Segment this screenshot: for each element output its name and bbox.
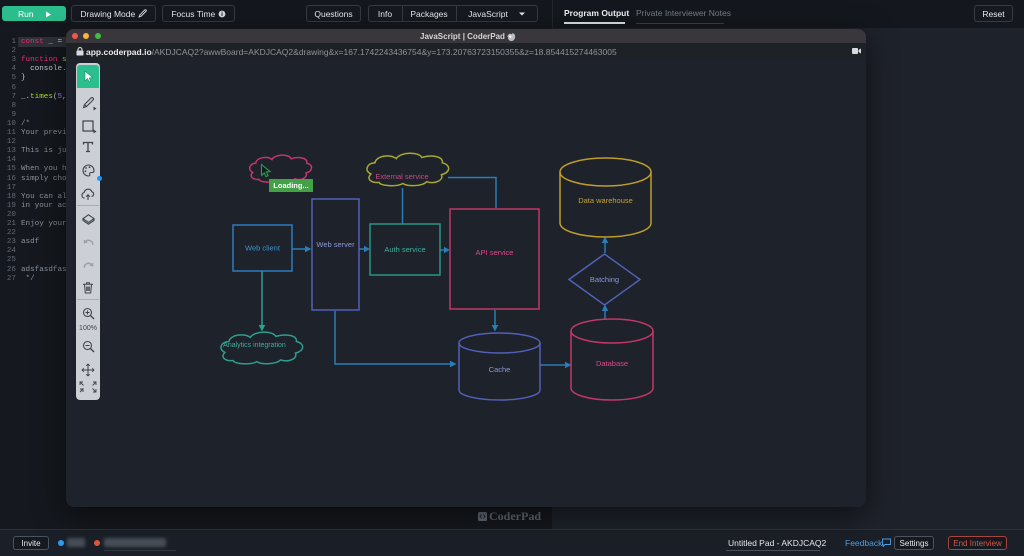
svg-text:Batching: Batching [590, 275, 619, 284]
svg-text:Analytics integration: Analytics integration [223, 342, 286, 349]
svg-text:External service: External service [375, 172, 428, 181]
svg-text:Auth service: Auth service [384, 245, 425, 254]
svg-text:Web client: Web client [245, 244, 281, 253]
svg-text:Web server: Web server [316, 240, 355, 249]
svg-text:API service: API service [476, 248, 514, 257]
svg-text:Data warehouse: Data warehouse [578, 196, 633, 205]
svg-text:Loading...: Loading... [273, 181, 308, 190]
svg-text:Database: Database [596, 359, 628, 368]
svg-text:Cache: Cache [489, 365, 511, 374]
